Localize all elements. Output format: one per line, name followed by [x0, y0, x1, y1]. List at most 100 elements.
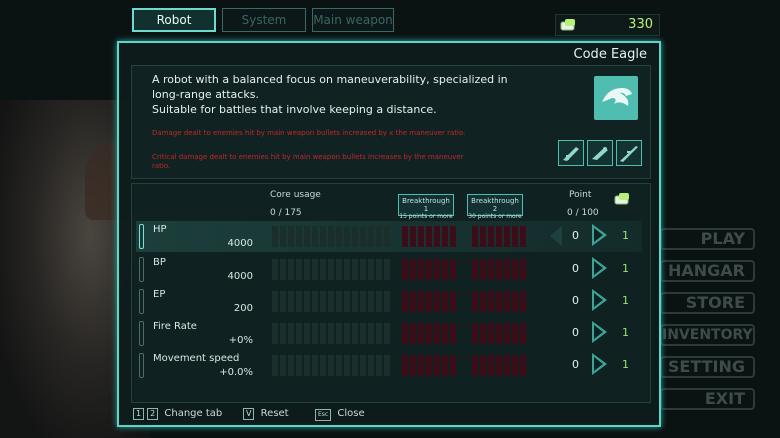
- breakthrough-2-sub: 30 points or more: [468, 213, 522, 220]
- stat-row[interactable]: EP 200 0 1: [136, 286, 642, 317]
- breakthrough-1-segment: [442, 259, 448, 280]
- breakthrough-2-segment: [496, 291, 502, 312]
- core-usage-value: 0 / 175: [270, 208, 302, 218]
- decrease-arrow-icon[interactable]: [550, 226, 562, 246]
- breakthrough-2-segment: [472, 323, 478, 344]
- increase-arrow-inner: [594, 325, 603, 339]
- row-indicator: [139, 224, 144, 249]
- key-1: 1: [133, 408, 145, 420]
- breakthrough-1-badge: Breakthrough 1 15 points or more: [398, 194, 454, 220]
- shotgun-icon[interactable]: [587, 140, 613, 166]
- breakthrough-2-title: Breakthrough 2: [471, 197, 519, 213]
- core-segment: [272, 226, 278, 247]
- row-indicator: [139, 289, 144, 314]
- tab-robot[interactable]: Robot: [132, 8, 216, 32]
- core-segment: [368, 291, 374, 312]
- footer-close[interactable]: Esc Close: [315, 408, 365, 421]
- increase-arrow-inner: [594, 261, 603, 275]
- breakthrough-1-segment: [450, 291, 456, 312]
- tab-main-weapon[interactable]: Main weapon: [312, 8, 394, 32]
- credit-chip-icon: [560, 19, 575, 31]
- stat-points: 0: [572, 358, 579, 371]
- stat-cost: 1: [622, 326, 629, 339]
- breakthrough-1-segment: [418, 259, 424, 280]
- footer-reset[interactable]: V Reset: [243, 408, 289, 420]
- core-segment: [328, 226, 334, 247]
- core-segment: [280, 355, 286, 376]
- core-segment: [304, 323, 310, 344]
- stat-cost: 1: [622, 294, 629, 307]
- row-indicator: [139, 321, 144, 346]
- reset-label: Reset: [260, 408, 289, 419]
- core-segment: [312, 291, 318, 312]
- stat-points: 0: [572, 229, 579, 242]
- stat-cost: 1: [622, 229, 629, 242]
- breakthrough-1-segment: [410, 355, 416, 376]
- core-segment: [280, 291, 286, 312]
- core-segment: [336, 291, 342, 312]
- breakthrough-2-segment: [512, 259, 518, 280]
- core-segment: [360, 226, 366, 247]
- breakthrough-2-segment: [480, 259, 486, 280]
- breakthrough-1-segment: [434, 355, 440, 376]
- breakthrough-1-sub: 15 points or more: [399, 213, 453, 220]
- breakthrough-2-segment: [472, 291, 478, 312]
- breakthrough-1-segment: [442, 323, 448, 344]
- stat-value: 4000: [227, 238, 253, 249]
- credit-chip-icon: [614, 193, 629, 205]
- breakthrough-2-segment: [480, 291, 486, 312]
- tab-system[interactable]: System: [222, 8, 306, 32]
- core-segment: [352, 323, 358, 344]
- bonus-text: Critical damage dealt to enemies hit by …: [152, 153, 464, 161]
- core-segment: [384, 291, 390, 312]
- stat-row[interactable]: Movement speed +0.0% 0 1: [136, 350, 642, 381]
- stat-cost: 1: [622, 262, 629, 275]
- bg-menu-exit: EXIT: [660, 388, 755, 410]
- core-segment: [352, 355, 358, 376]
- core-segment: [376, 259, 382, 280]
- sniper-icon[interactable]: [616, 140, 642, 166]
- core-segment: [368, 226, 374, 247]
- breakthrough-2-segment: [488, 323, 494, 344]
- breakthrough-1-segment: [450, 259, 456, 280]
- core-segment: [280, 259, 286, 280]
- breakthrough-2-segment: [480, 323, 486, 344]
- description-line: long-range attacks.: [152, 88, 259, 101]
- core-segment: [312, 355, 318, 376]
- core-segment: [336, 259, 342, 280]
- core-segment: [328, 291, 334, 312]
- stat-value: 4000: [227, 271, 253, 282]
- stat-row[interactable]: Fire Rate +0% 0 1: [136, 318, 642, 349]
- stat-points: 0: [572, 262, 579, 275]
- core-segment: [288, 291, 294, 312]
- change-tab-label: Change tab: [164, 408, 223, 419]
- core-segment: [312, 226, 318, 247]
- increase-arrow-inner: [594, 293, 603, 307]
- core-segment: [376, 323, 382, 344]
- breakthrough-1-segment: [434, 226, 440, 247]
- bg-menu-hangar: HANGAR: [660, 260, 755, 282]
- core-segment: [304, 291, 310, 312]
- breakthrough-1-segment: [402, 323, 408, 344]
- core-usage-label: Core usage: [270, 190, 321, 200]
- core-segment: [376, 291, 382, 312]
- point-value: 0 / 100: [567, 208, 599, 218]
- core-segment: [320, 323, 326, 344]
- breakthrough-2-segment: [520, 291, 526, 312]
- core-segment: [352, 291, 358, 312]
- breakthrough-1-segment: [410, 291, 416, 312]
- rifle-icon[interactable]: [558, 140, 584, 166]
- breakthrough-2-segment: [512, 291, 518, 312]
- core-segment: [344, 355, 350, 376]
- stat-row[interactable]: HP 4000 0 1: [136, 221, 642, 252]
- stat-value: +0.0%: [219, 367, 253, 378]
- breakthrough-2-segment: [504, 226, 510, 247]
- core-segment: [312, 259, 318, 280]
- stat-row[interactable]: BP 4000 0 1: [136, 254, 642, 285]
- core-segment: [296, 226, 302, 247]
- currency-display: 330: [555, 14, 660, 36]
- description-box: A robot with a balanced focus on maneuve…: [131, 65, 651, 179]
- breakthrough-2-segment: [504, 259, 510, 280]
- row-indicator: [139, 353, 144, 378]
- breakthrough-1-segment: [442, 355, 448, 376]
